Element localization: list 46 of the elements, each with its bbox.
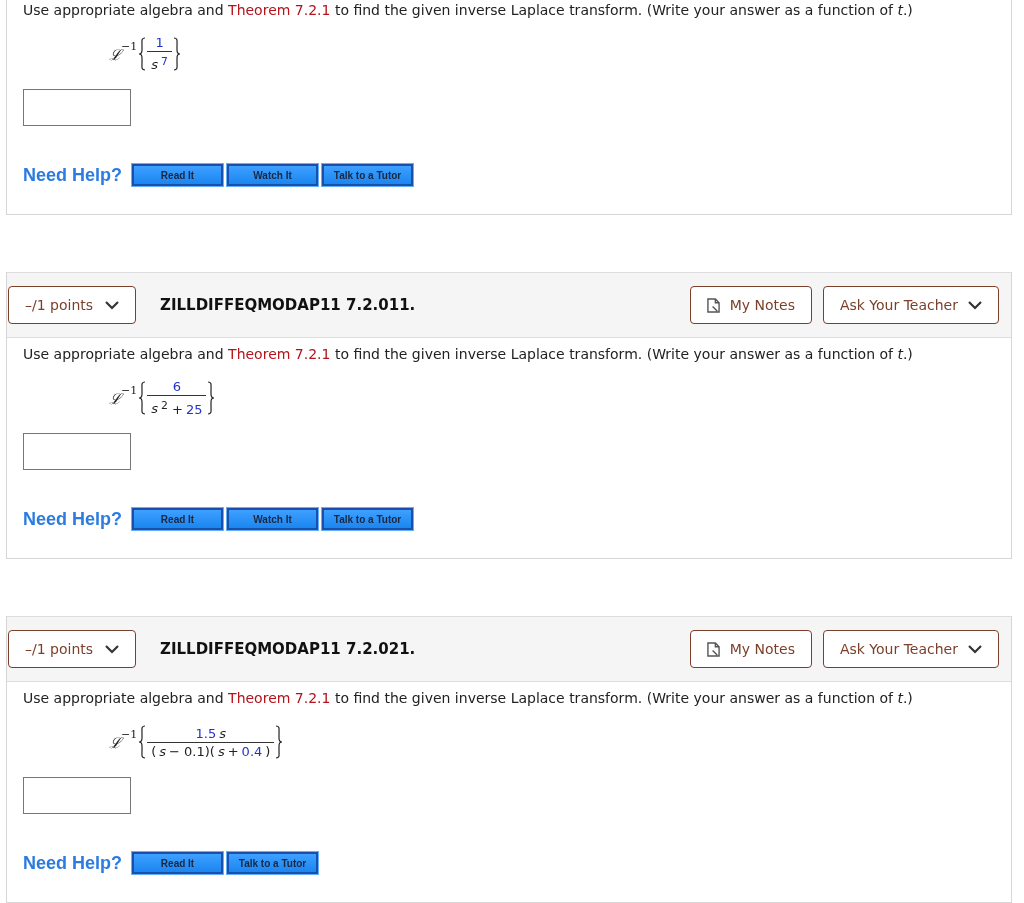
help-button[interactable]: Talk to a Tutor [322, 508, 414, 530]
chevron-down-icon [105, 300, 120, 310]
chevron-down-icon [105, 644, 120, 654]
left-brace-icon [138, 725, 147, 759]
need-help-label: Need Help? [23, 508, 123, 530]
theorem-link[interactable]: Theorem 7.2.1 [228, 2, 331, 18]
numerator: 1.5 s [194, 724, 228, 742]
denominator: ( s − 0.1)( s + 0.4 ) [147, 741, 275, 760]
answer-field[interactable] [23, 777, 131, 814]
my-notes-button[interactable]: My Notes [689, 630, 812, 668]
points-dropdown[interactable]: –/1 points [8, 286, 137, 324]
note-icon [706, 297, 720, 313]
ask-teacher-dropdown[interactable]: Ask Your Teacher [822, 286, 999, 324]
left-brace-icon [138, 37, 147, 71]
my-notes-button[interactable]: My Notes [689, 286, 812, 324]
help-button[interactable]: Talk to a Tutor [227, 852, 319, 874]
right-brace-icon [207, 381, 216, 415]
help-button[interactable]: Read It [132, 164, 224, 186]
numerator: 1 [154, 34, 165, 52]
question-text: Use appropriate algebra and Theorem 7.2.1 to find the given inverse Laplace transform. (Write your answer as a function of t.) [23, 345, 914, 364]
chevron-down-icon [968, 644, 982, 654]
question-code: ZILLDIFFEQMODAP11 7.2.021. [160, 640, 416, 658]
left-brace-icon [138, 381, 147, 415]
help-button[interactable]: Read It [132, 508, 224, 530]
need-help-label: Need Help? [23, 852, 123, 874]
right-brace-icon [172, 37, 181, 71]
chevron-down-icon [968, 300, 982, 310]
note-icon [706, 641, 720, 657]
question-code: ZILLDIFFEQMODAP11 7.2.011. [160, 296, 416, 314]
help-button[interactable]: Talk to a Tutor [322, 164, 414, 186]
question-text: Use appropriate algebra and Theorem 7.2.1 to find the given inverse Laplace transform. (Write your answer as a function of t.) [23, 1, 914, 20]
answer-field[interactable] [23, 89, 131, 126]
theorem-link[interactable]: Theorem 7.2.1 [228, 346, 331, 362]
denominator: s $^{7}$ [147, 51, 172, 74]
help-button[interactable]: Read It [132, 852, 224, 874]
points-dropdown[interactable]: –/1 points [8, 630, 137, 668]
answer-field[interactable] [23, 433, 131, 470]
theorem-link[interactable]: Theorem 7.2.1 [228, 690, 331, 706]
numerator: 6 [171, 378, 182, 396]
denominator: s $^{2}$ + 25 [147, 395, 207, 418]
question-text: Use appropriate algebra and Theorem 7.2.1 to find the given inverse Laplace transform. (Write your answer as a function of t.) [23, 689, 914, 708]
need-help-label: Need Help? [23, 164, 123, 186]
help-button[interactable]: Watch It [227, 164, 319, 186]
help-button[interactable]: Watch It [227, 508, 319, 530]
ask-teacher-dropdown[interactable]: Ask Your Teacher [822, 630, 999, 668]
right-brace-icon [275, 725, 284, 759]
